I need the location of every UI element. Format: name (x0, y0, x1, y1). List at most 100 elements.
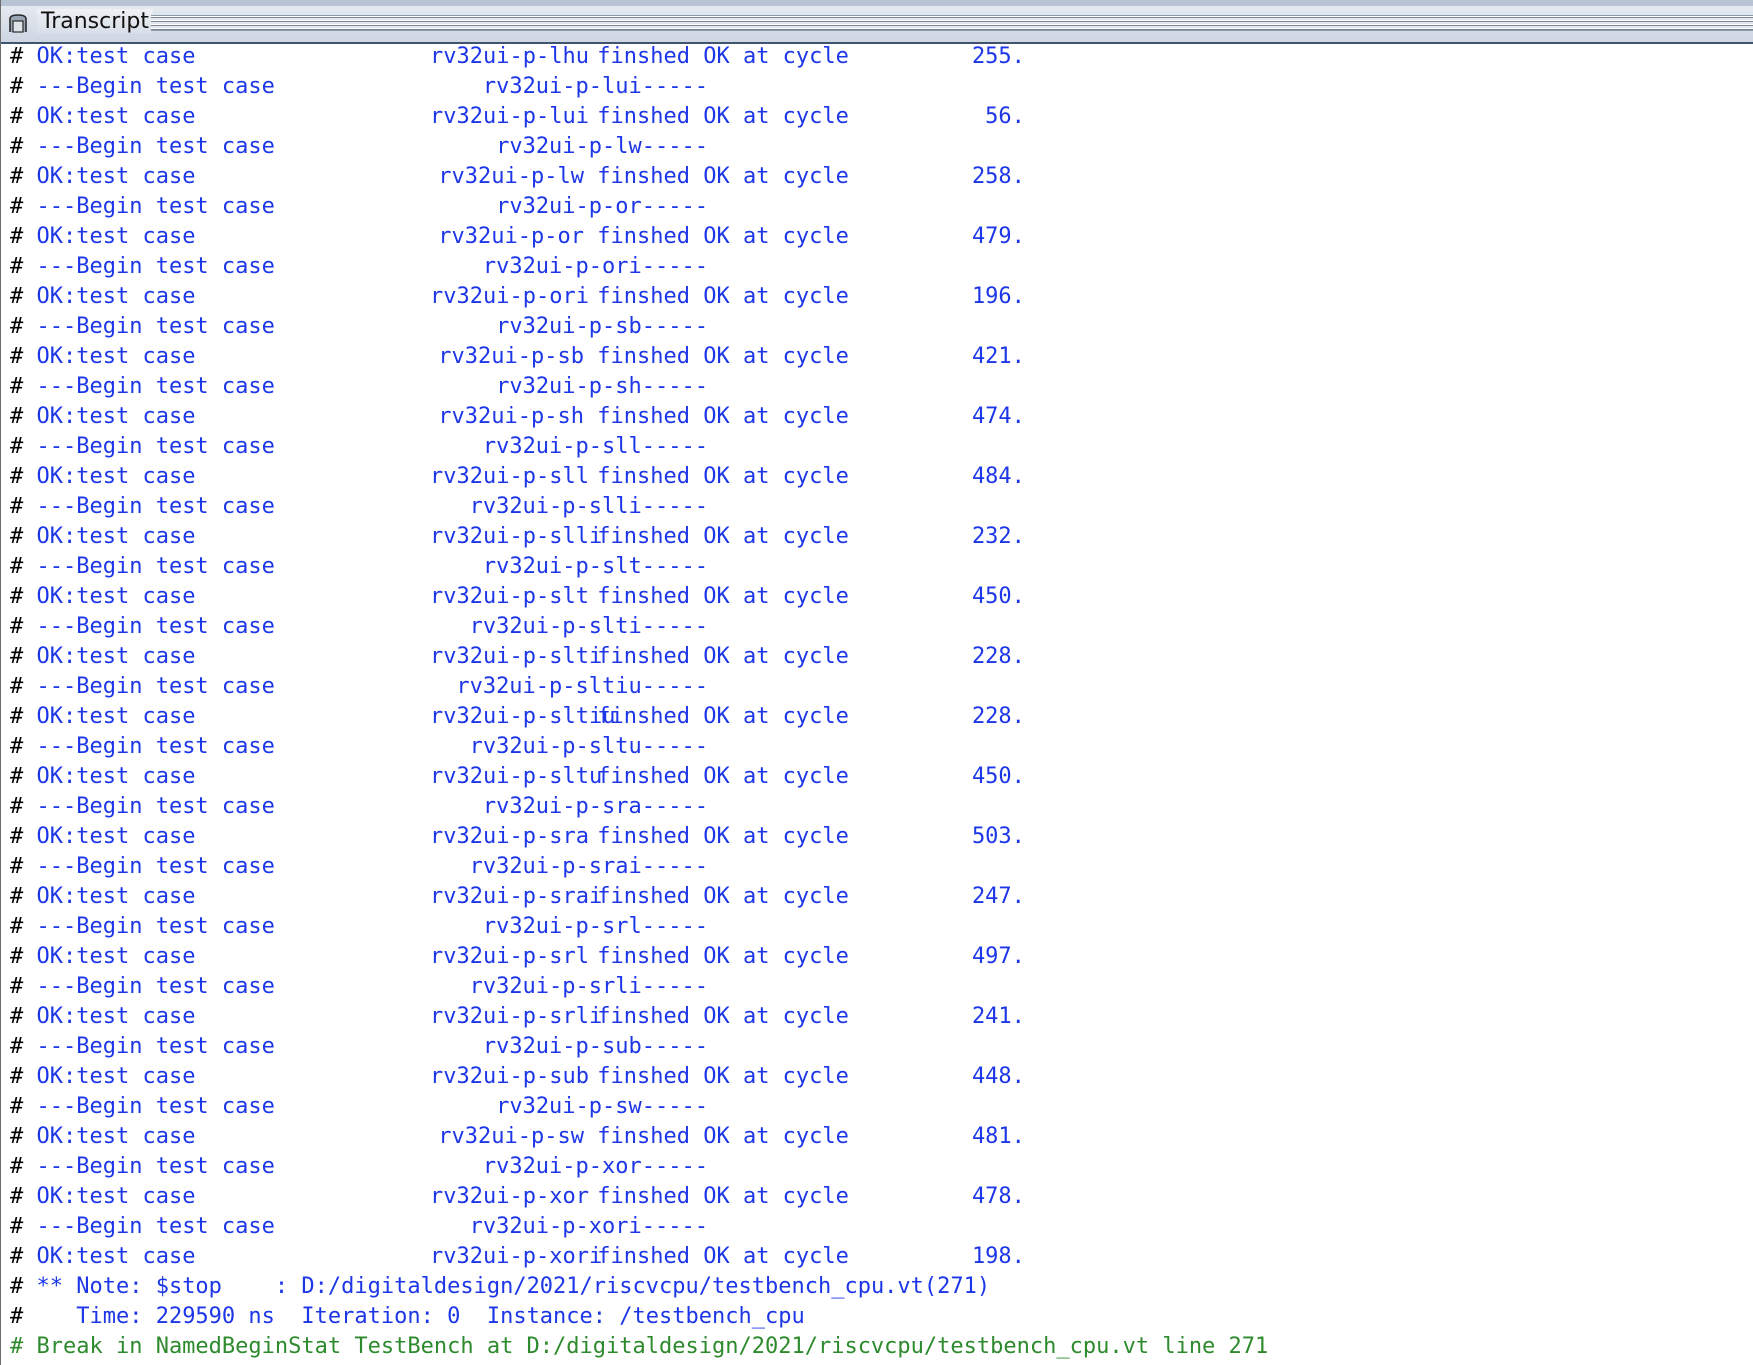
transcript-line: # ---Begin test case rv32ui-p-lui----- (10, 72, 1753, 102)
line-prefix: # ---Begin test case (10, 494, 275, 519)
cycle-count: 479. (971, 224, 1025, 249)
transcript-line: # ---Begin test case rv32ui-p-sh----- (10, 372, 1753, 402)
test-name: rv32ui-p-sltiu----- (456, 674, 708, 699)
transcript-line: # OK:test case rv32ui-p-ori finshed OK at… (10, 282, 1753, 312)
transcript-line: # OK:test case rv32ui-p-srl finshed OK at… (10, 942, 1753, 972)
test-name: rv32ui-p-slti (430, 644, 603, 669)
line-status: finshed OK at cycle (597, 104, 849, 129)
test-name: rv32ui-p-srai----- (469, 854, 708, 879)
line-prefix: # ---Begin test case (10, 1154, 275, 1179)
line-prefix: # OK:test case (10, 1004, 196, 1029)
line-prefix: # ---Begin test case (10, 734, 275, 759)
comment-hash: # (10, 1244, 24, 1269)
transcript-line: # ---Begin test case rv32ui-p-slti----- (10, 612, 1753, 642)
test-name: rv32ui-p-sw (438, 1124, 584, 1149)
comment-hash: # (10, 74, 24, 99)
line-prefix: # OK:test case (10, 104, 196, 129)
test-name: rv32ui-p-xor (430, 1184, 589, 1209)
line-prefix: # ---Begin test case (10, 134, 275, 159)
test-name: rv32ui-p-slt (430, 584, 589, 609)
test-name: rv32ui-p-ori----- (482, 254, 708, 279)
comment-hash: # (10, 134, 24, 159)
line-status: finshed OK at cycle (597, 644, 849, 669)
line-prefix: # OK:test case (10, 1124, 196, 1149)
line-prefix: # OK:test case (10, 164, 196, 189)
cycle-count: 448. (971, 1064, 1025, 1089)
line-status: finshed OK at cycle (597, 584, 849, 609)
transcript-line: # OK:test case rv32ui-p-lui finshed OK at… (10, 102, 1753, 132)
transcript-line: # OK:test case rv32ui-p-sltu finshed OK a… (10, 762, 1753, 792)
comment-hash: # (10, 224, 24, 249)
comment-hash: # (10, 734, 24, 759)
transcript-line: # ---Begin test case rv32ui-p-sb----- (10, 312, 1753, 342)
comment-hash: # (10, 404, 24, 429)
line-prefix: # OK:test case (10, 404, 196, 429)
cycle-count: 503. (971, 824, 1025, 849)
test-name: rv32ui-p-lw----- (496, 134, 708, 159)
line-prefix: # ---Begin test case (10, 314, 275, 339)
transcript-line: # ** Note: $stop : D:/digitaldesign/2021… (10, 1272, 1753, 1302)
test-name: rv32ui-p-sh----- (496, 374, 708, 399)
test-name: rv32ui-p-or----- (496, 194, 708, 219)
transcript-line: # OK:test case rv32ui-p-sh finshed OK at … (10, 402, 1753, 432)
cycle-count: 228. (971, 644, 1025, 669)
line-prefix: # OK:test case (10, 884, 196, 909)
comment-hash: # (10, 434, 24, 459)
transcript-line: # ---Begin test case rv32ui-p-srl----- (10, 912, 1753, 942)
test-name: rv32ui-p-sw----- (496, 1094, 708, 1119)
cycle-count: 450. (971, 764, 1025, 789)
transcript-window-icon[interactable] (7, 12, 29, 34)
transcript-line: # OK:test case rv32ui-p-srai finshed OK a… (10, 882, 1753, 912)
transcript-line: # Break in NamedBeginStat TestBench at D… (10, 1332, 1753, 1362)
transcript-line: # OK:test case rv32ui-p-xor finshed OK at… (10, 1182, 1753, 1212)
line-status: finshed OK at cycle (597, 704, 849, 729)
line-status: finshed OK at cycle (597, 344, 849, 369)
transcript-log[interactable]: # OK:test case rv32ui-p-lhu finshed OK at… (10, 42, 1753, 1365)
window-title: Transcript (37, 9, 153, 34)
comment-hash: # (10, 284, 24, 309)
line-prefix: # ---Begin test case (10, 254, 275, 279)
comment-hash: # (10, 584, 24, 609)
test-name: rv32ui-p-sb----- (496, 314, 708, 339)
test-name: rv32ui-p-sub----- (482, 1034, 708, 1059)
transcript-line: # OK:test case rv32ui-p-sub finshed OK at… (10, 1062, 1753, 1092)
comment-hash: # (10, 254, 24, 279)
title-bar[interactable]: Transcript (1, 0, 1753, 44)
test-name: rv32ui-p-lui (430, 104, 589, 129)
transcript-line: # OK:test case rv32ui-p-or finshed OK at … (10, 222, 1753, 252)
test-name: rv32ui-p-sra----- (482, 794, 708, 819)
comment-hash: # (10, 674, 24, 699)
cycle-count: 241. (971, 1004, 1025, 1029)
transcript-line: # ---Begin test case rv32ui-p-sw----- (10, 1092, 1753, 1122)
line-prefix: # ---Begin test case (10, 1214, 275, 1239)
note-line: # Time: 229590 ns Iteration: 0 Instance:… (10, 1304, 805, 1329)
line-status: finshed OK at cycle (597, 1244, 849, 1269)
comment-hash: # (10, 314, 24, 339)
line-prefix: # OK:test case (10, 584, 196, 609)
test-name: rv32ui-p-lhu (430, 44, 589, 69)
line-status: finshed OK at cycle (597, 884, 849, 909)
line-prefix: # OK:test case (10, 704, 196, 729)
comment-hash: # (10, 554, 24, 579)
line-status: finshed OK at cycle (597, 1004, 849, 1029)
test-name: rv32ui-p-xor----- (482, 1154, 708, 1179)
line-prefix: # ---Begin test case (10, 434, 275, 459)
line-status: finshed OK at cycle (597, 224, 849, 249)
line-prefix: # ---Begin test case (10, 854, 275, 879)
test-name: rv32ui-p-srl (430, 944, 589, 969)
title-drag-grip[interactable] (151, 15, 1753, 31)
line-prefix: # ---Begin test case (10, 1034, 275, 1059)
test-name: rv32ui-p-xori----- (469, 1214, 708, 1239)
comment-hash: # (10, 914, 24, 939)
comment-hash: # (10, 794, 24, 819)
transcript-line: # OK:test case rv32ui-p-lw finshed OK at … (10, 162, 1753, 192)
transcript-line: # ---Begin test case rv32ui-p-slli----- (10, 492, 1753, 522)
line-prefix: # OK:test case (10, 464, 196, 489)
comment-hash: # (10, 944, 24, 969)
line-prefix: # ---Begin test case (10, 554, 275, 579)
comment-hash: # (10, 374, 24, 399)
line-prefix: # OK:test case (10, 1184, 196, 1209)
test-name: rv32ui-p-sra (430, 824, 589, 849)
test-name: rv32ui-p-sltiu (430, 704, 616, 729)
line-prefix: # ---Begin test case (10, 974, 275, 999)
